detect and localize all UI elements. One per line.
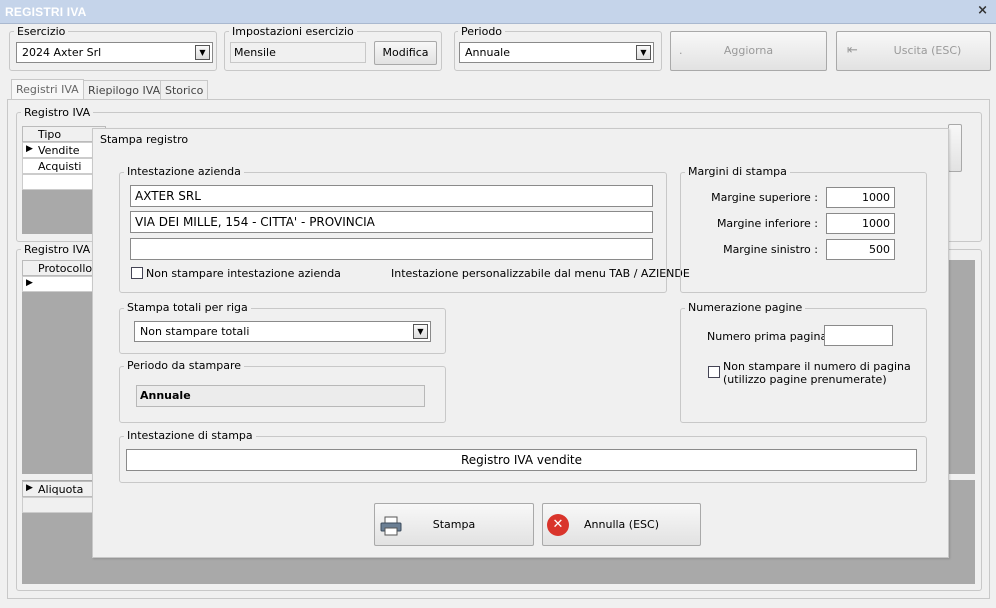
exit-arrow-icon: ⇤ <box>847 43 858 58</box>
row-vendite: Vendite <box>38 144 80 157</box>
aliquota-label: Aliquota <box>38 483 84 496</box>
row-pointer-icon: ▶ <box>26 483 33 493</box>
impostazioni-value: Mensile <box>230 42 366 63</box>
annulla-button[interactable]: ✕ Annulla (ESC) <box>542 503 701 546</box>
uscita-label: Uscita (ESC) <box>893 44 962 57</box>
close-icon[interactable]: × <box>977 3 988 18</box>
title-bar: REGISTRI IVA × <box>0 0 996 24</box>
no-intestazione-label: Non stampare intestazione azienda <box>146 267 341 280</box>
margine-sinistro-label: Margine sinistro : <box>723 243 818 256</box>
tab-storico[interactable]: Storico <box>160 80 209 99</box>
tab-riepilogo-iva[interactable]: Riepilogo IVA <box>83 80 166 99</box>
intestazione-line1-input[interactable]: AXTER SRL <box>130 185 653 207</box>
periodo-stampa-value: Annuale <box>136 385 425 407</box>
annulla-label: Annulla (ESC) <box>584 518 659 531</box>
stampa-registro-dialog: Stampa registro Intestazione azienda AXT… <box>92 128 949 558</box>
row-acquisti: Acquisti <box>38 160 82 173</box>
aggiorna-button[interactable]: . Aggiorna <box>670 31 827 71</box>
dialog-title: Stampa registro <box>100 133 189 146</box>
refresh-icon: . <box>679 44 683 57</box>
margine-sinistro-input[interactable]: 500 <box>826 239 895 260</box>
printer-icon <box>380 512 402 536</box>
totali-value: Non stampare totali <box>140 325 250 338</box>
scroll-button[interactable] <box>948 124 962 172</box>
table-row[interactable]: ▶ <box>22 276 94 292</box>
intestazione-stampa-label: Intestazione di stampa <box>124 429 256 442</box>
totali-label: Stampa totali per riga <box>124 301 251 314</box>
intestazione-stampa-input[interactable]: Registro IVA vendite <box>126 449 917 471</box>
cancel-icon: ✕ <box>547 514 569 536</box>
esercizio-select[interactable]: 2024 Axter Srl ▼ <box>16 42 213 63</box>
no-numerazione-label-2: (utilizzo pagine prenumerate) <box>723 373 887 386</box>
intestazione-label: Intestazione azienda <box>124 165 244 178</box>
aggiorna-label: Aggiorna <box>723 44 774 57</box>
stampa-label: Stampa <box>432 518 476 531</box>
tab-registri-iva[interactable]: Registri IVA <box>11 79 84 99</box>
totali-select[interactable]: Non stampare totali ▼ <box>134 321 431 342</box>
table-row[interactable] <box>22 497 94 513</box>
esercizio-value: 2024 Axter Srl <box>22 46 102 59</box>
uscita-button[interactable]: ⇤ Uscita (ESC) <box>836 31 991 71</box>
row-pointer-icon: ▶ <box>26 278 33 288</box>
window-title: REGISTRI IVA <box>5 5 87 19</box>
margine-inferiore-label: Margine inferiore : <box>716 217 818 230</box>
periodo-select[interactable]: Annuale ▼ <box>459 42 654 63</box>
numerazione-label: Numerazione pagine <box>685 301 806 314</box>
intestazione-line2-input[interactable]: VIA DEI MILLE, 154 - CITTA' - PROVINCIA <box>130 211 653 233</box>
margine-superiore-input[interactable]: 1000 <box>826 187 895 208</box>
margini-label: Margini di stampa <box>685 165 790 178</box>
modifica-button[interactable]: Modifica <box>374 41 437 65</box>
no-intestazione-checkbox[interactable] <box>131 267 143 279</box>
registro-group-label: Registro IVA <box>21 106 94 119</box>
intestazione-line3-input[interactable] <box>130 238 653 260</box>
no-numerazione-checkbox[interactable] <box>708 366 720 378</box>
row-pointer-icon: ▶ <box>26 144 33 154</box>
periodo-stampa-label: Periodo da stampare <box>124 359 245 372</box>
impostazioni-label: Impostazioni esercizio <box>229 25 357 38</box>
periodo-value: Annuale <box>465 46 511 59</box>
registro-v-label: Registro IVA v <box>21 243 104 256</box>
chevron-down-icon: ▼ <box>195 45 210 60</box>
no-numerazione-label-1: Non stampare il numero di pagina <box>723 360 911 373</box>
prima-pagina-input[interactable] <box>824 325 893 346</box>
margine-inferiore-input[interactable]: 1000 <box>826 213 895 234</box>
chevron-down-icon: ▼ <box>636 45 651 60</box>
esercizio-label: Esercizio <box>14 25 69 38</box>
chevron-down-icon: ▼ <box>413 324 428 339</box>
periodo-label: Periodo <box>458 25 506 38</box>
margine-superiore-label: Margine superiore : <box>711 191 818 204</box>
intestazione-note: Intestazione personalizzabile dal menu T… <box>391 267 690 280</box>
col-aliquota: ▶ Aliquota <box>22 481 94 497</box>
stampa-button[interactable]: Stampa <box>374 503 534 546</box>
col-protocollo: Protocollo <box>22 260 94 276</box>
prima-pagina-label: Numero prima pagina : <box>707 330 835 343</box>
